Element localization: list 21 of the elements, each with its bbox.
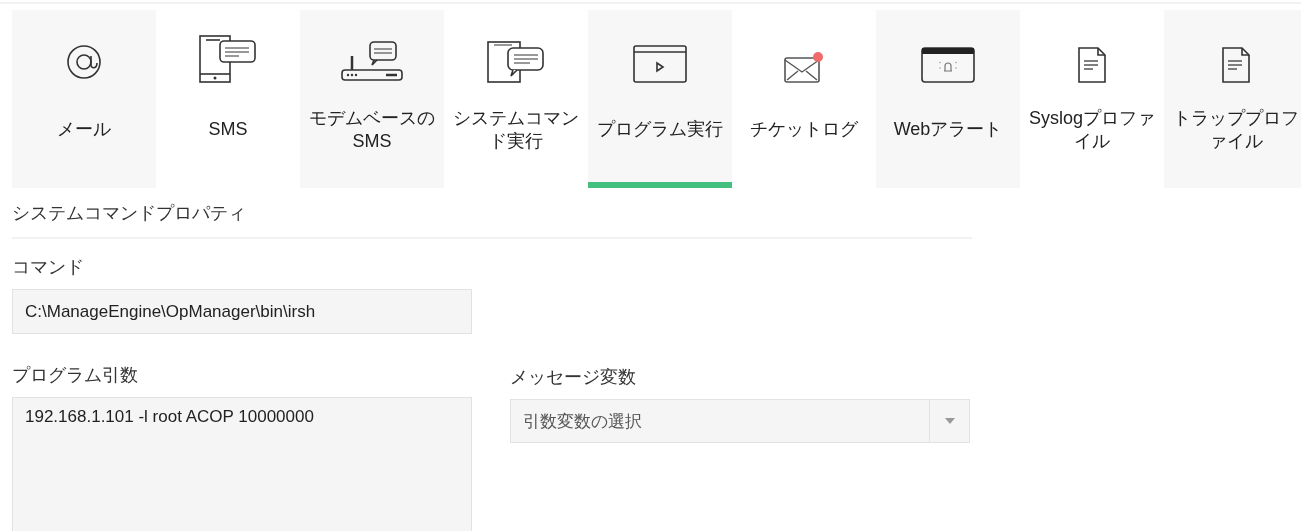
caret-icon	[944, 418, 955, 424]
channel-tab[interactable]: モデムベースのSMS	[300, 10, 444, 188]
envelope-icon	[783, 50, 825, 84]
channel-tab[interactable]: Webアラート	[876, 10, 1020, 188]
arguments-field[interactable]: 192.168.1.101 -l root ACOP 10000000	[12, 397, 472, 531]
field-label: メッセージ変数	[510, 366, 637, 389]
field-label: コマンド	[12, 256, 85, 279]
router-chat-icon	[340, 40, 404, 84]
variable-dropdown[interactable]: 引数変数の選択	[510, 399, 970, 443]
channel-tab[interactable]: メール	[12, 10, 156, 188]
command-field[interactable]: C:\ManageEngine\OpManager\bin\irsh	[12, 289, 472, 334]
document-icon	[1221, 46, 1251, 84]
phone-chat-icon	[198, 34, 258, 84]
channel-tab[interactable]: トラッププロファイル	[1164, 10, 1301, 188]
section-title: システムコマンドプロパティ	[12, 200, 972, 239]
video-window-icon	[632, 44, 688, 84]
tablet-chat-icon	[486, 40, 546, 84]
field-label: プログラム引数	[12, 364, 139, 387]
browser-bell-icon	[920, 46, 976, 84]
channel-tab[interactable]: プログラム実行	[588, 10, 732, 188]
document-icon	[1077, 46, 1107, 84]
